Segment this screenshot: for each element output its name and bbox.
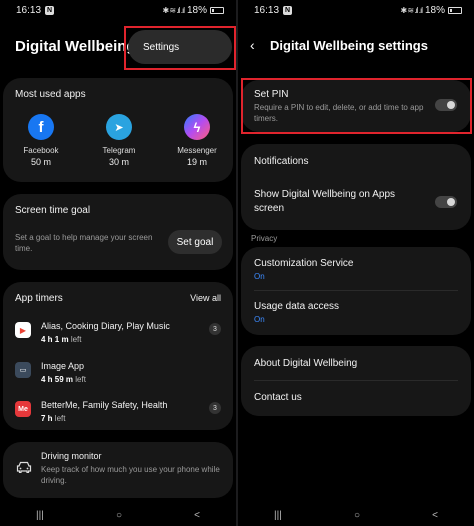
driving-title: Driving monitor: [41, 451, 102, 461]
page-title: Digital Wellbeing settings: [270, 38, 428, 53]
timer-title: Image App: [41, 361, 85, 371]
battery-percent: 18%: [424, 4, 445, 16]
app-timers-card: App timers View all ▶ Alias, Cooking Dia…: [3, 282, 233, 430]
screen-time-goal-card: Screen time goal Set a goal to help mana…: [3, 194, 233, 270]
customization-service-item[interactable]: Customization Service: [254, 258, 353, 269]
play-store-icon: ▶: [15, 322, 31, 338]
contact-us-item[interactable]: Contact us: [254, 392, 302, 403]
recents-button[interactable]: |||: [36, 510, 44, 521]
battery-icon: [210, 6, 224, 14]
app-count-badge: 3: [209, 323, 221, 335]
clock: 16:13: [16, 4, 42, 16]
messenger-icon: ϟ: [184, 114, 210, 140]
status-bar: 16:13 N ✱ ≋ .ıl .ıl 18%: [0, 0, 236, 20]
back-button[interactable]: <: [194, 510, 200, 521]
app-time: 19 m: [186, 157, 207, 167]
show-on-apps-toggle[interactable]: [435, 196, 457, 208]
timer-row[interactable]: Me BetterMe, Family Safety, Health 7 h l…: [15, 397, 221, 433]
goal-heading: Screen time goal: [15, 205, 91, 216]
digital-wellbeing-screen: 16:13 N ✱ ≋ .ıl .ıl 18% Digital Wellbein…: [0, 0, 236, 526]
usage-data-access-item[interactable]: Usage data access: [254, 301, 339, 312]
signal-icons: ✱ ≋ .ıl .ıl: [162, 5, 185, 15]
app-time: 50 m: [30, 157, 51, 167]
app-name: Telegram: [102, 146, 136, 155]
divider: [254, 290, 458, 291]
notification-badge-icon: N: [45, 5, 55, 15]
app-facebook[interactable]: f Facebook 50 m: [11, 114, 71, 167]
timer-row[interactable]: ▭ Image App 4 h 59 m left: [15, 358, 221, 394]
telegram-icon: ➤: [106, 114, 132, 140]
timer-remaining: 4 h 59 m left: [41, 375, 86, 384]
navigation-bar: ||| ○ <: [238, 504, 474, 526]
customization-status: On: [254, 272, 265, 281]
car-icon: [16, 460, 32, 474]
notification-badge-icon: N: [283, 5, 293, 15]
most-used-apps-card: Most used apps f Facebook 50 m ➤ Telegra…: [3, 78, 233, 182]
highlight-box: [124, 26, 236, 70]
privacy-card: Customization Service On Usage data acce…: [241, 247, 471, 335]
app-name: Facebook: [23, 146, 59, 155]
timer-title: Alias, Cooking Diary, Play Music: [41, 321, 170, 331]
page-title: Digital Wellbeing: [15, 38, 136, 55]
back-button[interactable]: <: [432, 510, 438, 521]
home-button[interactable]: ○: [116, 510, 122, 521]
facebook-icon: f: [28, 114, 54, 140]
driving-monitor-card[interactable]: Driving monitor Keep track of how much y…: [3, 442, 233, 498]
divider: [254, 380, 458, 381]
view-all-link[interactable]: View all: [190, 293, 221, 303]
set-goal-button[interactable]: Set goal: [168, 230, 222, 254]
timer-title: BetterMe, Family Safety, Health: [41, 400, 168, 410]
app-time: 30 m: [108, 157, 129, 167]
timer-remaining: 7 h left: [41, 414, 66, 423]
about-item[interactable]: About Digital Wellbeing: [254, 358, 357, 369]
clock: 16:13: [254, 4, 280, 16]
privacy-section-label: Privacy: [251, 234, 278, 243]
navigation-bar: ||| ○ <: [0, 504, 236, 526]
back-arrow-icon[interactable]: ‹: [250, 37, 255, 53]
highlight-box: [241, 78, 472, 134]
timers-heading: App timers: [15, 293, 63, 304]
app-name: Messenger: [177, 146, 217, 155]
battery-icon: [448, 6, 462, 14]
battery-percent: 18%: [186, 4, 207, 16]
show-on-apps-item[interactable]: Show Digital Wellbeing on Apps screen: [254, 188, 424, 216]
notifications-item[interactable]: Notifications: [254, 156, 308, 167]
usage-data-status: On: [254, 315, 265, 324]
driving-description: Keep track of how much you use your phon…: [41, 465, 220, 485]
app-telegram[interactable]: ➤ Telegram 30 m: [89, 114, 149, 167]
status-bar: 16:13 N ✱ ≋ .ıl .ıl 18%: [238, 0, 474, 20]
image-app-icon: ▭: [15, 362, 31, 378]
timer-remaining: 4 h 1 m left: [41, 335, 82, 344]
app-count-badge: 3: [209, 402, 221, 414]
home-button[interactable]: ○: [354, 510, 360, 521]
most-used-heading: Most used apps: [15, 89, 86, 100]
app-messenger[interactable]: ϟ Messenger 19 m: [167, 114, 227, 167]
recents-button[interactable]: |||: [274, 510, 282, 521]
goal-description: Set a goal to help manage your screen ti…: [15, 233, 153, 253]
betterme-icon: Me: [15, 401, 31, 417]
signal-icons: ✱ ≋ .ıl .ıl: [400, 5, 423, 15]
about-card: About Digital Wellbeing Contact us: [241, 346, 471, 416]
general-settings-card: Notifications Show Digital Wellbeing on …: [241, 144, 471, 230]
timer-row[interactable]: ▶ Alias, Cooking Diary, Play Music 4 h 1…: [15, 318, 221, 354]
digital-wellbeing-settings-screen: 16:13 N ✱ ≋ .ıl .ıl 18% ‹ Digital Wellbe…: [238, 0, 474, 526]
